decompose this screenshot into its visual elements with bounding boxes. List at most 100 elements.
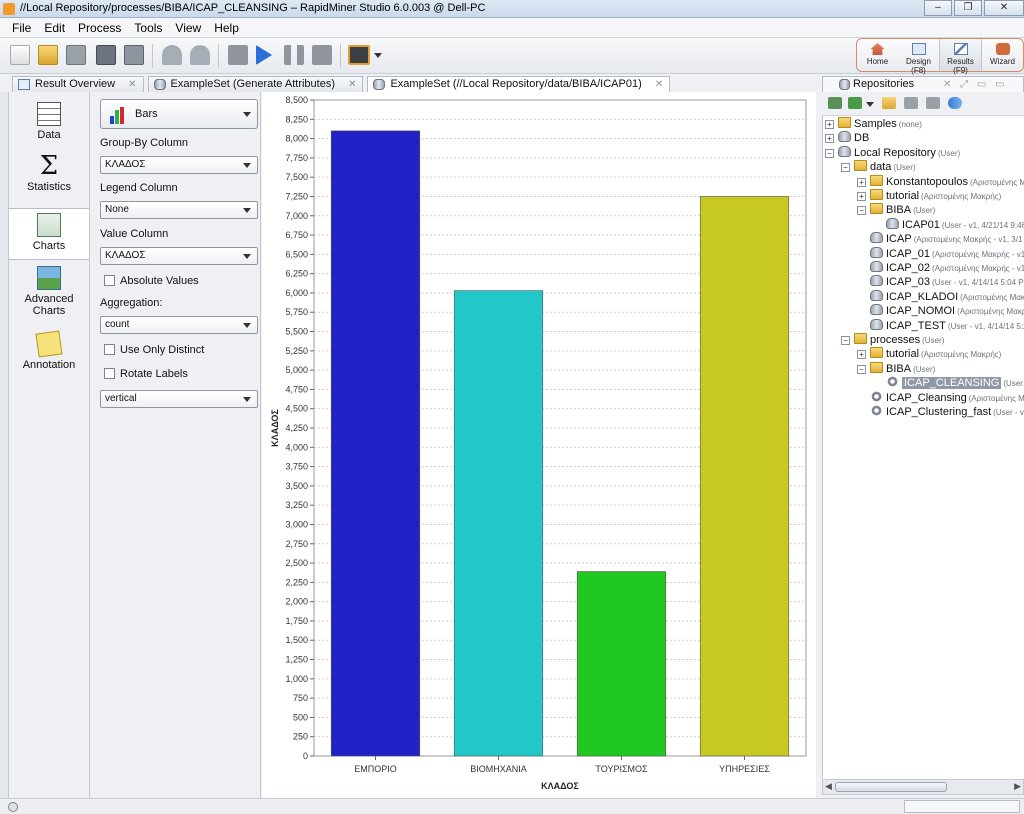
- save-as-icon[interactable]: [96, 45, 116, 65]
- scrollbar-thumb[interactable]: [835, 782, 947, 792]
- tree-node-label: ICAP_Cleansing: [886, 391, 967, 404]
- menu-edit[interactable]: Edit: [44, 21, 65, 35]
- rotate-labels-checkbox[interactable]: Rotate Labels: [104, 368, 188, 380]
- collapse-icon[interactable]: −: [857, 364, 866, 374]
- nav-data-label: Data: [37, 129, 61, 141]
- menu-file[interactable]: File: [12, 21, 31, 35]
- perspective-home[interactable]: Home: [857, 39, 898, 71]
- groupby-column-select[interactable]: ΚΛΑΔΟΣ: [100, 156, 258, 174]
- repo-action-icon[interactable]: [904, 97, 918, 109]
- tree-node[interactable]: + tutorial (Αριστομένης Μακρής): [857, 347, 1001, 361]
- nav-advanced-charts-label: Advanced Charts: [24, 293, 74, 317]
- add-repository-icon[interactable]: [828, 97, 842, 109]
- save-icon[interactable]: [66, 45, 86, 65]
- expand-icon[interactable]: +: [857, 350, 866, 360]
- print-icon[interactable]: [124, 45, 144, 65]
- repository-data-icon: [870, 318, 883, 330]
- perspective-design[interactable]: Design (F8): [898, 39, 939, 75]
- chevron-down-icon[interactable]: [374, 53, 382, 58]
- new-process-icon[interactable]: [10, 45, 30, 65]
- menu-view[interactable]: View: [175, 21, 201, 35]
- collapse-icon[interactable]: −: [825, 148, 834, 158]
- expand-icon[interactable]: +: [825, 134, 834, 144]
- scroll-left-icon[interactable]: ◀: [825, 781, 832, 792]
- checkbox-box[interactable]: [104, 344, 115, 355]
- checkbox-box[interactable]: [104, 368, 115, 379]
- tab-exampleset-generate-attributes[interactable]: ExampleSet (Generate Attributes) ✕: [147, 76, 364, 92]
- use-only-distinct-checkbox[interactable]: Use Only Distinct: [104, 344, 204, 356]
- undo-icon[interactable]: [162, 45, 182, 65]
- chevron-down-icon[interactable]: [866, 102, 874, 107]
- expand-icon[interactable]: +: [825, 120, 834, 129]
- tree-node[interactable]: ICAP_02 (Αριστομένης Μακρής - v1,: [870, 261, 1024, 275]
- nav-charts[interactable]: Charts: [9, 208, 89, 260]
- minimize-button[interactable]: –: [924, 0, 952, 16]
- pause-icon[interactable]: [284, 45, 304, 65]
- stop-icon[interactable]: [312, 45, 332, 65]
- tree-node[interactable]: ICAP_NOMOI (Αριστομένης Μακρή: [870, 304, 1024, 318]
- horizontal-scrollbar[interactable]: ◀ ▶: [822, 779, 1024, 795]
- close-tab-icon[interactable]: ✕: [655, 77, 663, 92]
- tree-node[interactable]: − BIBA (User): [857, 203, 935, 217]
- step-icon[interactable]: [228, 45, 248, 65]
- nav-advanced-charts[interactable]: Advanced Charts: [9, 266, 89, 322]
- validate-abc-icon[interactable]: [348, 45, 370, 65]
- repo-action-icon[interactable]: [926, 97, 940, 109]
- bar-chart-icon: [110, 107, 124, 124]
- tree-node-meta: (User): [893, 163, 916, 173]
- nav-statistics[interactable]: Σ Statistics: [9, 153, 89, 206]
- import-arrow-icon[interactable]: [848, 97, 862, 109]
- close-tab-icon[interactable]: ✕: [348, 77, 356, 92]
- tree-node[interactable]: ICAP_CLEANSING(User - v1,: [886, 376, 1024, 390]
- menu-process[interactable]: Process: [78, 21, 121, 35]
- menu-help[interactable]: Help: [214, 21, 239, 35]
- tree-node[interactable]: ICAP_Clustering_fast(User - v1, 4: [870, 405, 1024, 419]
- maximize-button[interactable]: ❐: [954, 0, 982, 16]
- checkbox-box[interactable]: [104, 275, 115, 286]
- redo-icon[interactable]: [190, 45, 210, 65]
- value-column-select[interactable]: ΚΛΑΔΟΣ: [100, 247, 258, 265]
- tree-node[interactable]: − data (User): [841, 160, 916, 174]
- expand-icon[interactable]: +: [857, 177, 866, 187]
- tab-result-overview[interactable]: Result Overview ✕: [12, 76, 144, 92]
- tree-node-label: ICAP_03: [886, 276, 931, 289]
- perspective-results[interactable]: Results (F9): [939, 39, 982, 75]
- legend-column-select[interactable]: None: [100, 201, 258, 219]
- expand-icon[interactable]: +: [857, 192, 866, 201]
- tree-node[interactable]: + Konstantopoulos(Αριστομένης Μακρής): [857, 174, 1024, 189]
- tree-node[interactable]: + tutorial (Αριστομένης Μακρής): [857, 189, 1001, 203]
- collapse-icon[interactable]: −: [841, 336, 850, 345]
- repository-data-icon: [870, 261, 883, 272]
- perspective-wizard[interactable]: Wizard: [982, 39, 1023, 71]
- link-with-editor-icon[interactable]: [948, 97, 962, 109]
- tree-node[interactable]: + Samples (none): [825, 117, 922, 131]
- tree-node[interactable]: ICAP_Cleansing(Αριστομένης Μακ: [870, 390, 1024, 405]
- nav-data[interactable]: Data: [9, 102, 89, 154]
- tree-node[interactable]: − BIBA (User): [857, 361, 935, 376]
- tree-node[interactable]: − Local Repository (User): [825, 145, 960, 160]
- tree-node[interactable]: ICAP_03 (User - v1, 4/14/14 5:04 P: [870, 275, 1024, 289]
- tab-exampleset-icap01[interactable]: ExampleSet (//Local Repository/data/BIBA…: [367, 76, 671, 92]
- tree-node[interactable]: ICAP_KLADOI(Αριστομένης Μακρή: [870, 289, 1024, 304]
- chart-type-select[interactable]: Bars: [100, 99, 258, 129]
- tree-node[interactable]: − processes (User): [841, 333, 944, 347]
- menu-tools[interactable]: Tools: [134, 21, 162, 35]
- open-folder-icon[interactable]: [38, 45, 58, 65]
- tree-node[interactable]: ICAP_TEST (User - v1, 4/14/14 5:2: [870, 318, 1024, 333]
- close-window-button[interactable]: ✕: [984, 0, 1024, 16]
- orientation-select[interactable]: vertical: [100, 390, 258, 408]
- tree-node[interactable]: ICAP_01 (Αριστομένης Μακρής - v1,: [870, 246, 1024, 261]
- collapse-icon[interactable]: −: [857, 206, 866, 216]
- panel-controls-icon[interactable]: ✕ ⤢ ▭ ▭: [943, 77, 1008, 92]
- close-tab-icon[interactable]: ✕: [128, 77, 136, 92]
- run-process-icon[interactable]: [256, 45, 272, 65]
- collapse-icon[interactable]: −: [841, 163, 850, 173]
- tree-node[interactable]: ICAP01 (User - v1, 4/21/14 9:46: [886, 217, 1024, 232]
- aggregation-select[interactable]: count: [100, 316, 258, 334]
- tree-node[interactable]: ICAP (Αριστομένης Μακρής - v1, 3/1: [870, 232, 1022, 246]
- new-folder-icon[interactable]: [882, 97, 896, 109]
- tree-node[interactable]: + DB: [825, 131, 869, 145]
- scroll-right-icon[interactable]: ▶: [1014, 781, 1021, 792]
- absolute-values-checkbox[interactable]: Absolute Values: [104, 275, 199, 287]
- nav-annotation[interactable]: Annotation: [9, 330, 89, 376]
